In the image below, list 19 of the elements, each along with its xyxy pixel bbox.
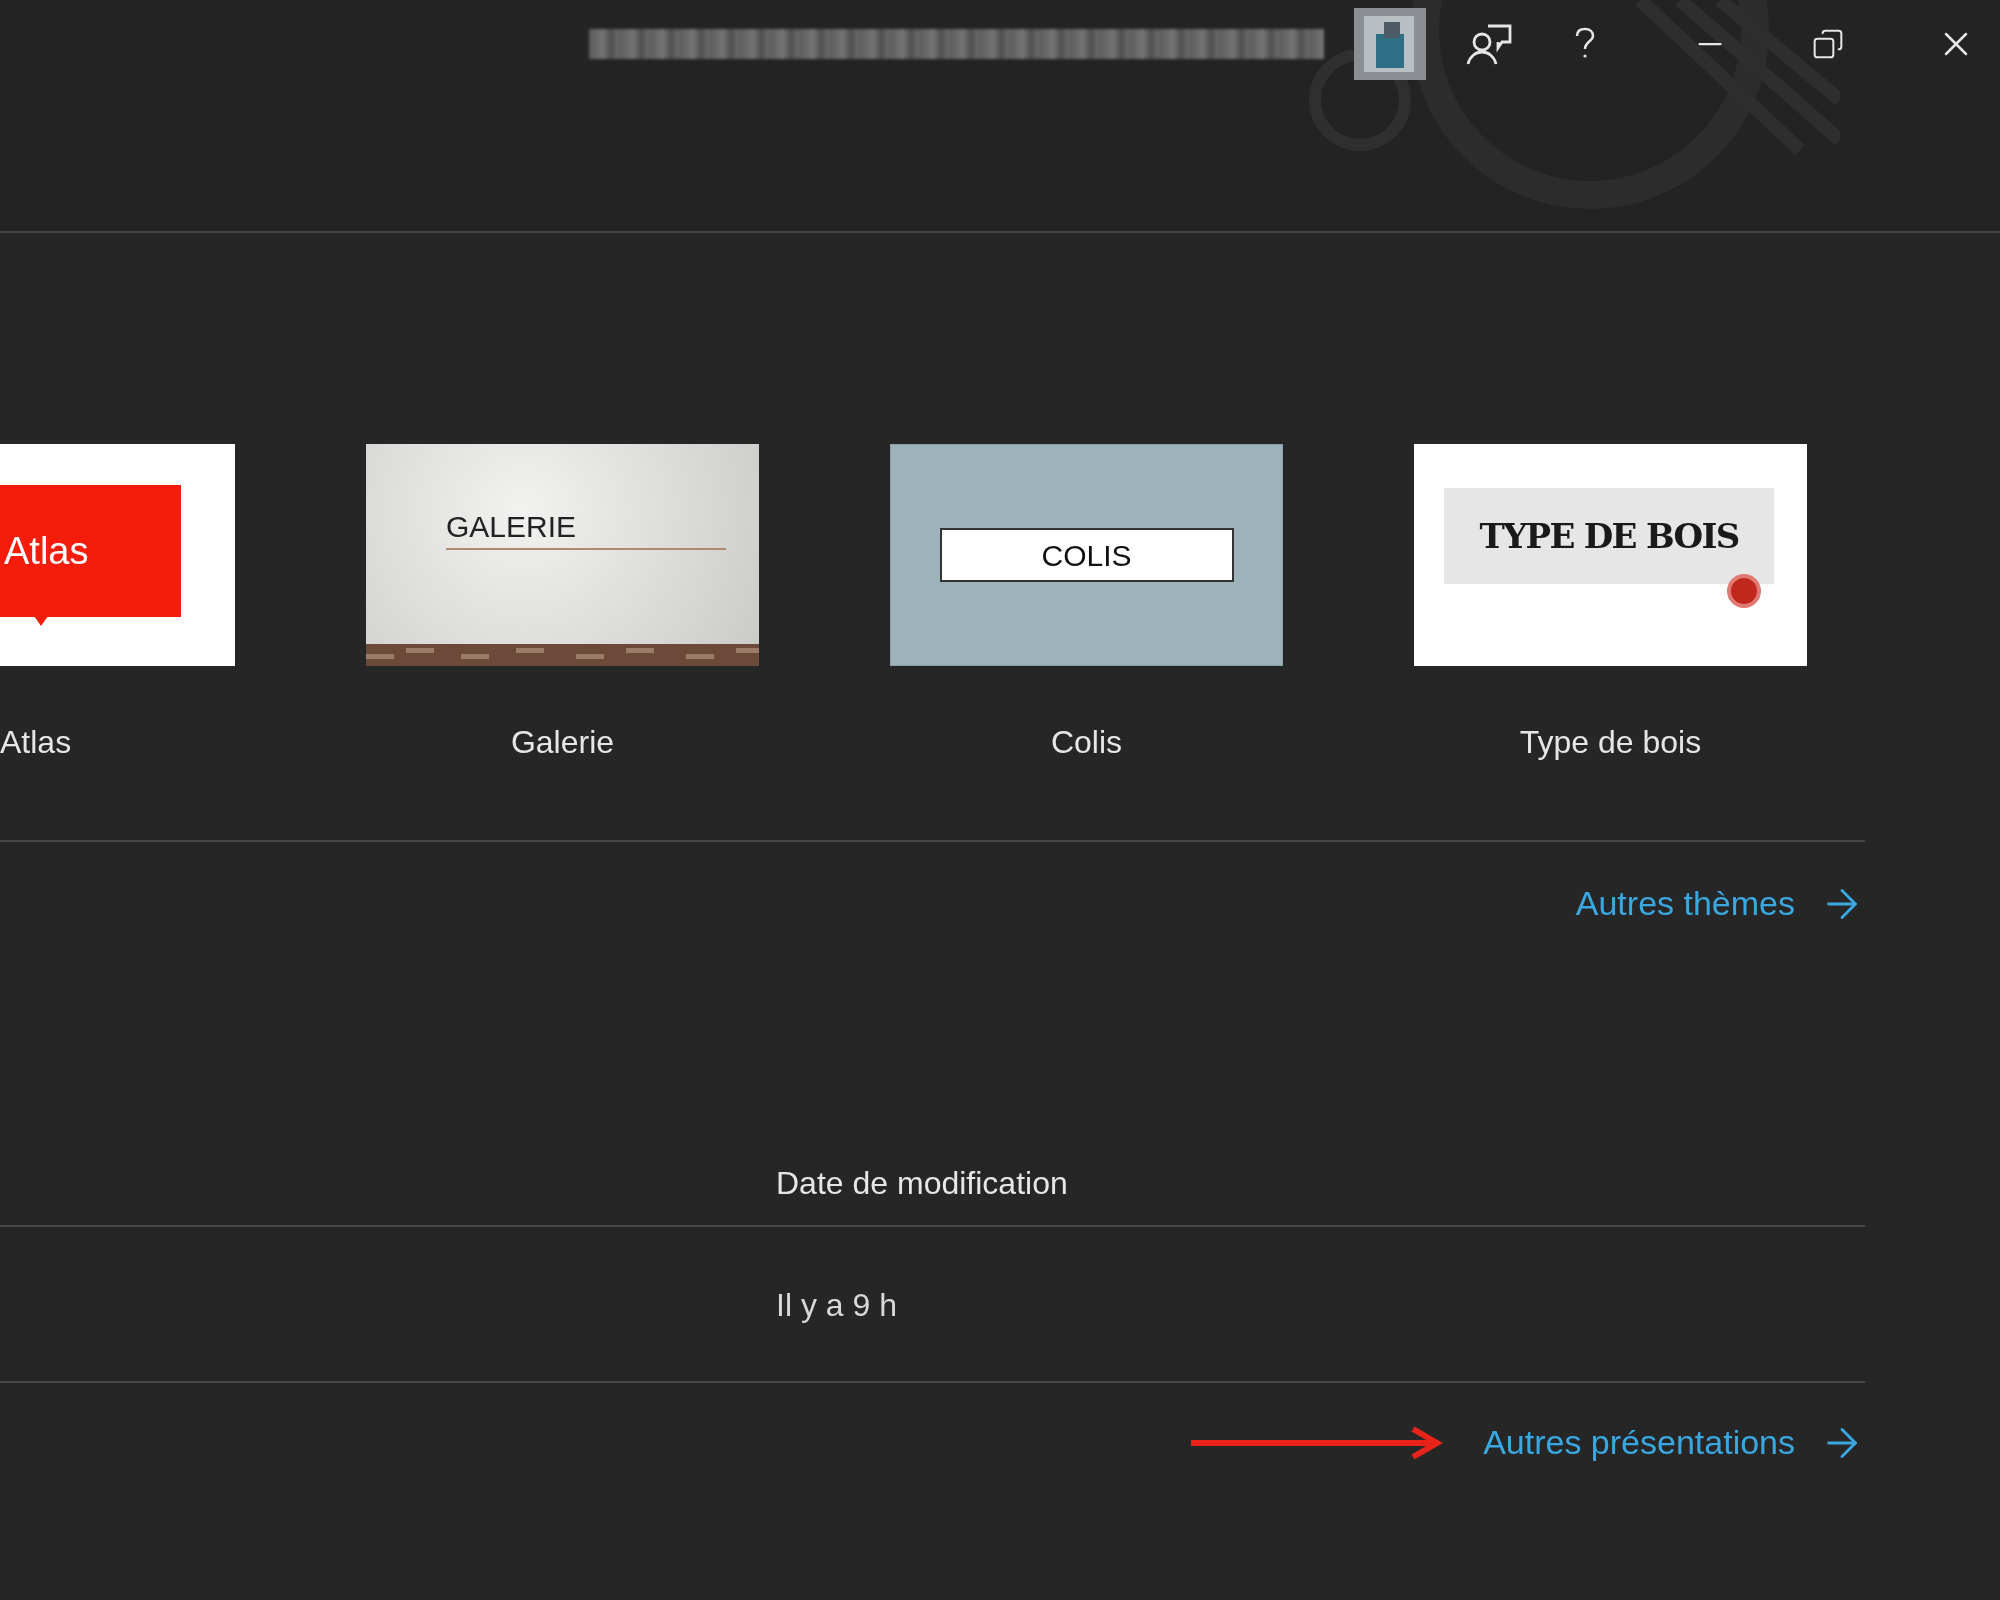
table-cell: Il y a 9 h <box>776 1287 897 1323</box>
theme-name[interactable]: Atlas <box>0 722 72 762</box>
theme-thumbnail[interactable]: COLIS <box>890 444 1283 666</box>
theme-thumbnail[interactable]: Atlas <box>0 444 235 666</box>
more-presentations-link[interactable]: Autres présentations <box>1483 1417 1865 1468</box>
theme-name[interactable]: Type de bois <box>1519 722 1702 762</box>
theme-name[interactable]: Colis <box>1050 722 1123 762</box>
thumbnail-title: Atlas <box>4 532 89 570</box>
theme-thumbnail[interactable]: GALERIE <box>366 444 759 666</box>
restore-icon[interactable] <box>1812 28 1844 60</box>
column-header: Date de modification <box>776 1165 1068 1201</box>
theme-thumbnail[interactable]: TYPE DE BOIS <box>1414 444 1807 666</box>
thumbnail-title: TYPE DE BOIS <box>1444 488 1774 584</box>
pointer-icon <box>34 616 48 626</box>
more-themes-link[interactable]: Autres thèmes <box>1575 878 1865 929</box>
theme-name[interactable]: Galerie <box>510 722 615 762</box>
thumbnail-title: COLIS <box>939 528 1234 582</box>
thumbnail-title: GALERIE <box>446 512 727 550</box>
stamp-icon <box>1727 574 1761 608</box>
